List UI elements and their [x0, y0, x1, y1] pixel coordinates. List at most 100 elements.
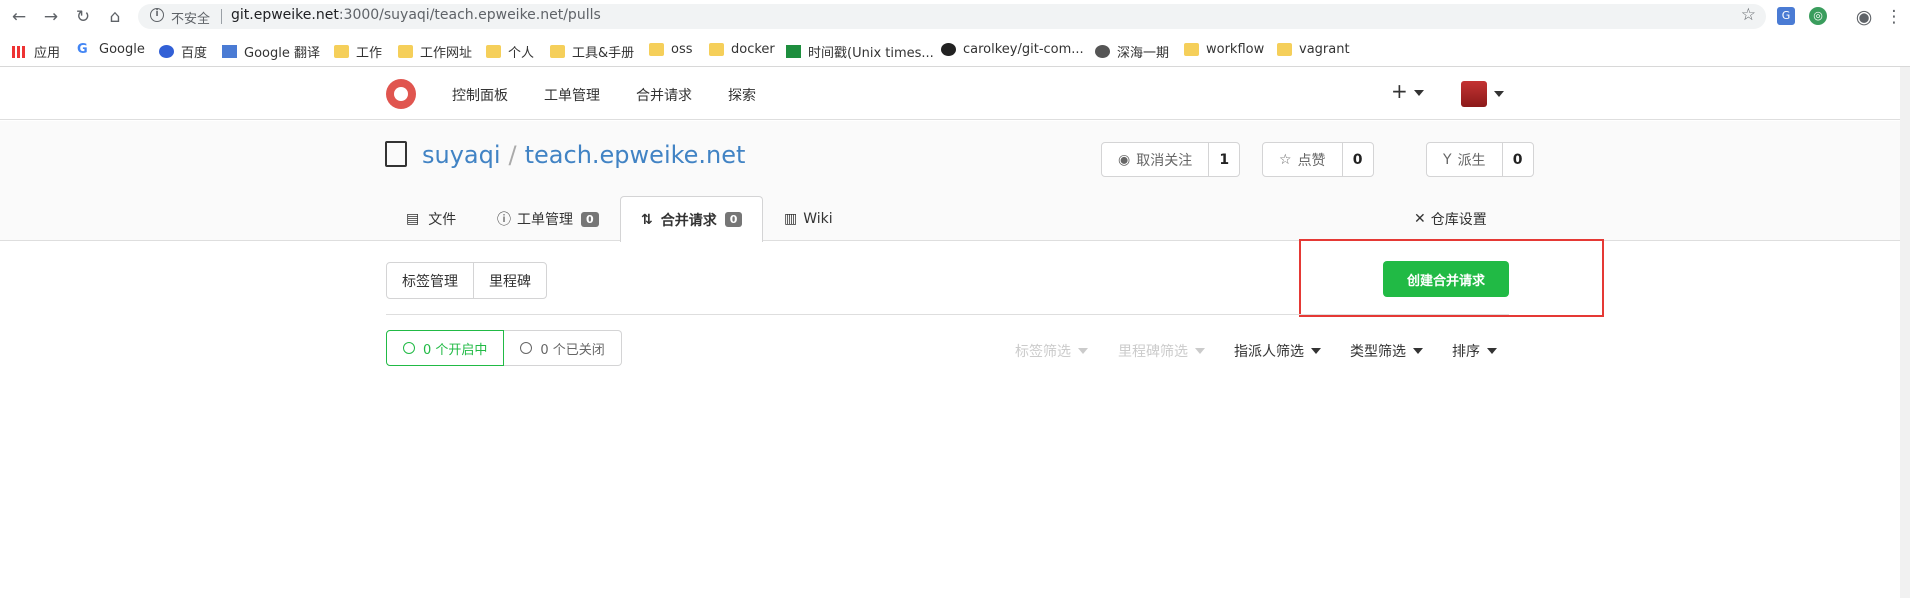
filter-label: 指派人筛选: [1234, 344, 1304, 360]
bookmark-folder-work-urls[interactable]: 工作网址: [398, 42, 472, 61]
bookmark-deepsea[interactable]: 深海一期: [1095, 42, 1169, 61]
fork-count[interactable]: 0: [1503, 143, 1533, 176]
nav-issues[interactable]: 工单管理: [544, 85, 600, 105]
bookmark-star-icon[interactable]: ☆: [1741, 5, 1756, 25]
chevron-down-icon: [1487, 348, 1497, 354]
pulls-count-badge: 0: [724, 212, 743, 227]
open-state-button[interactable]: 0 个开启中: [386, 330, 505, 366]
chevron-down-icon: [1078, 348, 1088, 354]
globe-extension-icon[interactable]: ◎: [1809, 7, 1827, 25]
tab-issues[interactable]: ⓘ 工单管理 0: [497, 196, 599, 242]
bookmark-folder-oss[interactable]: oss: [649, 42, 693, 57]
nav-explore[interactable]: 探索: [728, 85, 756, 105]
create-pull-request-button[interactable]: 创建合并请求: [1383, 261, 1509, 297]
profile-icon[interactable]: ◉: [1853, 6, 1875, 28]
star-count[interactable]: 0: [1343, 143, 1373, 176]
create-new-menu[interactable]: +: [1391, 79, 1425, 103]
forward-icon[interactable]: →: [40, 6, 62, 28]
scrollbar[interactable]: [1900, 67, 1910, 598]
tab-label: Wiki: [803, 211, 833, 227]
milestones-button[interactable]: 里程碑: [473, 263, 546, 298]
folder-icon: [649, 43, 664, 56]
repo-header: suyaqi / teach.epweike.net ◉ 取消关注 1 ☆ 点赞 0 Y…: [0, 121, 1900, 242]
repo-title: suyaqi / teach.epweike.net: [422, 141, 745, 169]
chevron-down-icon: [1311, 348, 1321, 354]
repo-name-link[interactable]: teach.epweike.net: [525, 141, 746, 169]
issues-count-badge: 0: [581, 211, 599, 227]
reload-icon[interactable]: ↻: [72, 6, 94, 28]
avatar[interactable]: [1461, 81, 1487, 107]
labels-button[interactable]: 标签管理: [387, 263, 473, 298]
url-path: :3000/suyaqi/teach.epweike.net/pulls: [338, 7, 601, 23]
info-icon[interactable]: i: [150, 8, 164, 22]
chevron-down-icon[interactable]: [1494, 91, 1504, 97]
folder-icon: [550, 45, 565, 58]
repo-separator: /: [508, 141, 517, 169]
closed-state-button[interactable]: 0 个已关闭: [504, 330, 622, 366]
github-icon: [941, 43, 956, 56]
repo-owner-link[interactable]: suyaqi: [422, 141, 501, 169]
tab-files[interactable]: ▤ 文件: [406, 196, 456, 242]
bookmark-label: 应用: [34, 46, 61, 61]
milestone-filter-dropdown[interactable]: 里程碑筛选: [1118, 341, 1205, 361]
tab-label: 合并请求: [660, 212, 717, 229]
eye-icon: ◉: [1118, 151, 1131, 168]
divider: [386, 314, 1509, 315]
issue-icon: ⓘ: [497, 212, 511, 228]
unwatch-button[interactable]: ◉ 取消关注: [1102, 143, 1210, 176]
folder-icon: [486, 45, 501, 58]
bookmark-folder-work[interactable]: 工作: [334, 42, 382, 61]
nav-dashboard[interactable]: 控制面板: [452, 85, 508, 105]
pull-request-icon: ⇅: [641, 211, 653, 228]
divider: [221, 9, 222, 24]
bookmark-github[interactable]: carolkey/git-com...: [941, 42, 1084, 57]
gitea-logo-icon[interactable]: [386, 79, 416, 109]
book-icon: ▥: [784, 211, 798, 227]
home-icon[interactable]: ⌂: [104, 6, 126, 28]
sort-dropdown[interactable]: 排序: [1452, 341, 1497, 361]
bookmark-google-translate[interactable]: Google 翻译: [222, 42, 320, 61]
back-icon[interactable]: ←: [8, 6, 30, 28]
star-label: 点赞: [1297, 152, 1326, 169]
tab-wiki[interactable]: ▥ Wiki: [784, 196, 833, 242]
bookmark-label: carolkey/git-com...: [963, 42, 1084, 57]
star-button[interactable]: ☆ 点赞: [1263, 143, 1343, 176]
bookmark-label: 个人: [508, 46, 535, 61]
tab-settings[interactable]: ✕ 仓库设置: [1414, 196, 1487, 242]
chevron-down-icon: [1413, 348, 1423, 354]
state-filter-group: 0 个开启中 0 个已关闭: [386, 330, 622, 366]
assignee-filter-dropdown[interactable]: 指派人筛选: [1234, 341, 1321, 361]
nav-pulls[interactable]: 合并请求: [636, 85, 692, 105]
translate-extension-icon[interactable]: G: [1777, 7, 1795, 25]
repo-book-icon: [385, 141, 407, 167]
bookmark-apps[interactable]: 应用: [12, 42, 60, 61]
watch-count[interactable]: 1: [1209, 143, 1239, 176]
url-text[interactable]: git.epweike.net:3000/suyaqi/teach.epweik…: [231, 7, 601, 23]
bookmark-google[interactable]: G Google: [77, 42, 145, 57]
insecure-label: 不安全: [171, 12, 211, 27]
bookmark-baidu[interactable]: 百度: [159, 42, 207, 61]
type-filter-dropdown[interactable]: 类型筛选: [1350, 341, 1423, 361]
bookmark-folder-workflow[interactable]: workflow: [1184, 42, 1264, 57]
folder-icon: [709, 43, 724, 56]
address-bar[interactable]: i 不安全 git.epweike.net:3000/suyaqi/teach.…: [138, 4, 1766, 29]
menu-dots-icon[interactable]: ⋮: [1883, 6, 1905, 28]
tools-icon: ✕: [1414, 211, 1426, 227]
label-filter-dropdown[interactable]: 标签筛选: [1015, 341, 1088, 361]
bookmark-folder-tools[interactable]: 工具&手册: [550, 42, 634, 61]
plus-icon: +: [1391, 79, 1408, 103]
bookmark-folder-docker[interactable]: docker: [709, 42, 775, 57]
file-icon: ▤: [406, 211, 420, 227]
bookmark-label: 工作网址: [420, 46, 473, 61]
bookmark-folder-personal[interactable]: 个人: [486, 42, 534, 61]
bookmark-folder-vagrant[interactable]: vagrant: [1277, 42, 1350, 57]
tab-label: 仓库设置: [1430, 212, 1487, 228]
fork-button[interactable]: Y 派生: [1427, 143, 1503, 176]
tab-pulls[interactable]: ⇅ 合并请求 0: [620, 196, 764, 242]
apps-icon: [12, 45, 27, 58]
tab-label: 工单管理: [517, 212, 573, 228]
translate-icon: [222, 45, 237, 58]
watch-button-group: ◉ 取消关注 1: [1101, 142, 1241, 177]
bookmark-timestamp[interactable]: 时间戳(Unix times...: [786, 42, 934, 61]
bookmark-label: 工具&手册: [572, 46, 635, 61]
